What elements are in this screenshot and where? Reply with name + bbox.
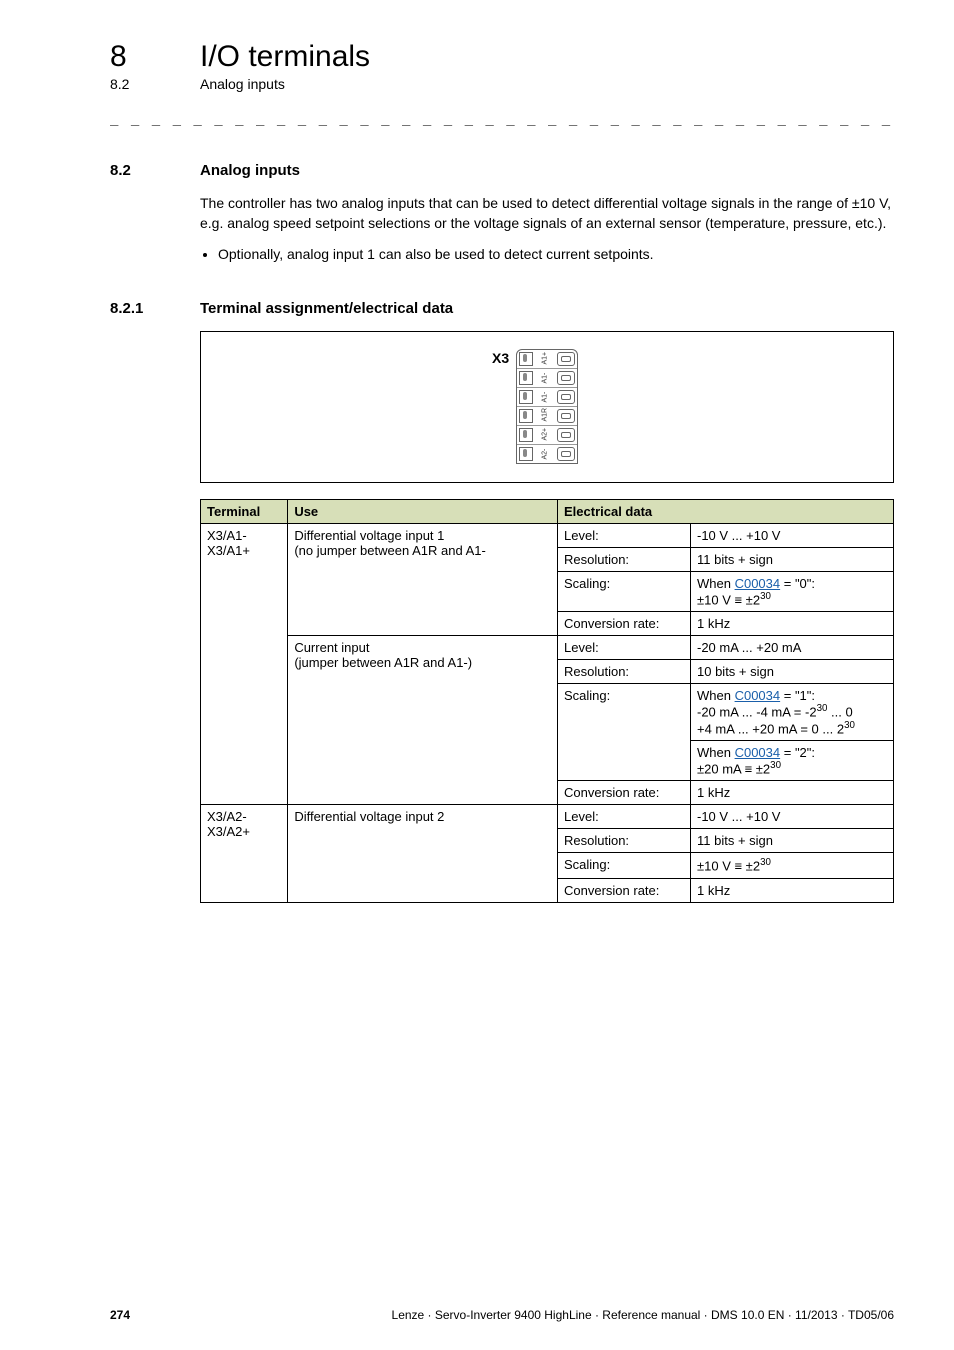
label-scaling: Scaling: (558, 571, 691, 611)
superscript: 30 (760, 857, 771, 868)
text: ±10 V ≡ ±2 (697, 859, 760, 874)
superscript: 30 (817, 703, 828, 714)
pin-label: A2- (542, 449, 549, 459)
use-a1-current-l2: (jumper between A1R and A1-) (294, 655, 472, 670)
link-c00034[interactable]: C00034 (735, 688, 781, 703)
use-a1-voltage-l1: Differential voltage input 1 (294, 528, 444, 543)
link-c00034[interactable]: C00034 (735, 576, 781, 591)
label-resolution: Resolution: (558, 660, 691, 684)
table-cell-terminal-a2: X3/A2- X3/A2+ (201, 805, 288, 902)
a1c-scaling-mode1: When C00034 = "1": -20 mA ... -4 mA = -2… (691, 684, 894, 741)
label-level: Level: (558, 636, 691, 660)
table-cell-use-a1-voltage: Differential voltage input 1 (no jumper … (288, 523, 558, 635)
text: When (697, 576, 735, 591)
text: -20 mA ... -4 mA = -2 (697, 705, 817, 720)
terminal-a1-minus: X3/A1- (207, 528, 247, 543)
chapter-title: I/O terminals (200, 40, 370, 74)
use-a1-voltage-l2: (no jumper between A1R and A1- (294, 543, 486, 558)
spec-table: Terminal Use Electrical data X3/A1- X3/A… (200, 499, 894, 903)
subchapter-number: 8.2 (110, 76, 160, 92)
text: = "0": (780, 576, 815, 591)
superscript: 30 (770, 760, 781, 771)
table-cell-terminal-a1: X3/A1- X3/A1+ (201, 523, 288, 804)
text: ±20 mA ≡ ±2 (697, 761, 770, 776)
label-level: Level: (558, 523, 691, 547)
text: = "2": (780, 745, 815, 760)
superscript: 30 (844, 720, 855, 731)
text: When (697, 688, 735, 703)
a2-convrate: 1 kHz (691, 878, 894, 902)
divider-dashes: _ _ _ _ _ _ _ _ _ _ _ _ _ _ _ _ _ _ _ _ … (110, 110, 894, 126)
text: +4 mA ... +20 mA = 0 ... 2 (697, 721, 844, 736)
subchapter-title: Analog inputs (200, 76, 285, 92)
pin-label: A1- (542, 392, 549, 402)
label-resolution: Resolution: (558, 547, 691, 571)
a1c-scaling-mode2: When C00034 = "2": ±20 mA ≡ ±230 (691, 740, 894, 780)
label-resolution: Resolution: (558, 829, 691, 853)
connector-icon: A1+ A1- A1- A1R A2+ A2- (516, 349, 578, 464)
footer-meta: Lenze · Servo-Inverter 9400 HighLine · R… (392, 1308, 894, 1322)
text: ... 0 (827, 705, 852, 720)
table-cell-use-a1-current: Current input (jumper between A1R and A1… (288, 636, 558, 805)
terminal-a1-plus: X3/A1+ (207, 543, 250, 558)
chapter-number: 8 (110, 40, 160, 74)
text: = "1": (780, 688, 815, 703)
pin-label: A1- (542, 373, 549, 383)
pin-label: A2+ (542, 430, 549, 440)
pin-label: A1R (542, 411, 549, 421)
a1v-convrate: 1 kHz (691, 612, 894, 636)
text: ±10 V ≡ ±2 (697, 592, 760, 607)
label-convrate: Conversion rate: (558, 612, 691, 636)
a1c-convrate: 1 kHz (691, 781, 894, 805)
a1v-level: -10 V ... +10 V (691, 523, 894, 547)
superscript: 30 (760, 591, 771, 602)
label-scaling: Scaling: (558, 684, 691, 781)
terminal-a2-minus: X3/A2- (207, 809, 247, 824)
a1v-resolution: 11 bits + sign (691, 547, 894, 571)
a1c-resolution: 10 bits + sign (691, 660, 894, 684)
a1v-scaling: When C00034 = "0": ±10 V ≡ ±230 (691, 571, 894, 611)
pin-label: A1+ (542, 354, 549, 364)
section-8-2-title: Analog inputs (200, 162, 300, 179)
section-8-2-paragraph: The controller has two analog inputs tha… (200, 193, 894, 234)
page-number: 274 (110, 1308, 130, 1322)
a2-scaling: ±10 V ≡ ±230 (691, 853, 894, 878)
section-8-2-1-number: 8.2.1 (110, 300, 160, 317)
table-header-terminal: Terminal (201, 499, 288, 523)
table-cell-use-a2: Differential voltage input 2 (288, 805, 558, 902)
label-scaling: Scaling: (558, 853, 691, 878)
terminal-a2-plus: X3/A2+ (207, 824, 250, 839)
text: When (697, 745, 735, 760)
label-convrate: Conversion rate: (558, 878, 691, 902)
label-convrate: Conversion rate: (558, 781, 691, 805)
table-header-use: Use (288, 499, 558, 523)
table-header-electrical: Electrical data (558, 499, 894, 523)
a2-level: -10 V ... +10 V (691, 805, 894, 829)
label-level: Level: (558, 805, 691, 829)
section-8-2-1-title: Terminal assignment/electrical data (200, 300, 453, 317)
diagram-x3-label: X3 (492, 350, 509, 366)
terminal-diagram: X3 A1+ A1- A1- A1R A2+ A2- (200, 331, 894, 483)
a2-resolution: 11 bits + sign (691, 829, 894, 853)
section-8-2-number: 8.2 (110, 162, 160, 179)
a1c-level: -20 mA ... +20 mA (691, 636, 894, 660)
use-a1-current-l1: Current input (294, 640, 369, 655)
section-8-2-bullet-1: Optionally, analog input 1 can also be u… (218, 244, 894, 264)
link-c00034[interactable]: C00034 (735, 745, 781, 760)
